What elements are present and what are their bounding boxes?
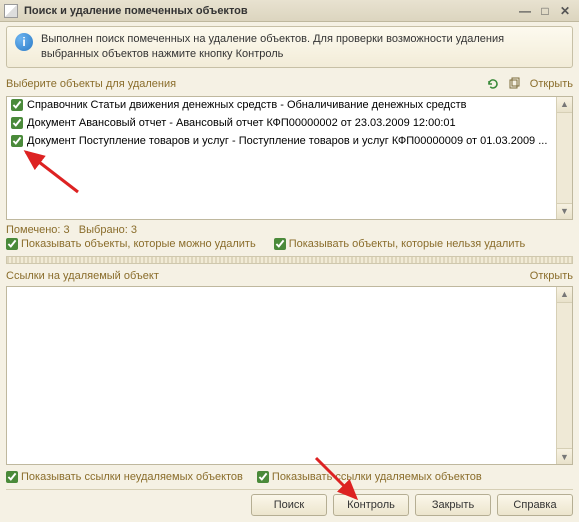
item-label: Документ Поступление товаров и услуг - П…: [27, 135, 547, 147]
filter-checks: Показывать объекты, которые можно удалит…: [6, 238, 573, 250]
bottom-checks: Показывать ссылки неудаляемых объектов П…: [6, 471, 573, 483]
ref-section-label: Ссылки на удаляемый объект: [6, 270, 530, 282]
info-text: Выполнен поиск помеченных на удаление об…: [41, 32, 564, 62]
show-refs-undeletable-check[interactable]: Показывать ссылки неудаляемых объектов: [6, 471, 243, 483]
marked-value: 3: [64, 224, 70, 236]
show-refs-deletable-label: Показывать ссылки удаляемых объектов: [272, 471, 482, 483]
list-item[interactable]: Справочник Статьи движения денежных сред…: [7, 97, 556, 115]
show-deletable-label: Показывать объекты, которые можно удалит…: [21, 238, 256, 250]
titlebar: Поиск и удаление помеченных объектов — □…: [0, 0, 579, 22]
bottom-area: Показывать ссылки неудаляемых объектов П…: [6, 471, 573, 516]
show-deletable-check[interactable]: Показывать объекты, которые можно удалит…: [6, 238, 256, 250]
content-area: i Выполнен поиск помеченных на удаление …: [0, 22, 579, 522]
references-list: ▲ ▼: [6, 286, 573, 465]
ref-scrollbar[interactable]: ▲ ▼: [556, 287, 572, 464]
copy-icon[interactable]: [506, 76, 524, 92]
item-checkbox[interactable]: [11, 117, 23, 129]
objects-list: Справочник Статьи движения денежных сред…: [6, 96, 573, 220]
selected-label: Выбрано:: [79, 224, 128, 236]
references-body: [7, 287, 556, 464]
close-window-button[interactable]: ✕: [555, 3, 575, 19]
document-icon: [4, 4, 18, 18]
list-item[interactable]: Документ Поступление товаров и услуг - П…: [7, 133, 556, 151]
item-checkbox[interactable]: [11, 99, 23, 111]
open-link-ref[interactable]: Открыть: [530, 270, 573, 282]
scroll-up-icon[interactable]: ▲: [557, 287, 572, 303]
item-label: Справочник Статьи движения денежных сред…: [27, 99, 466, 111]
splitter[interactable]: [6, 256, 573, 264]
show-undeletable-check[interactable]: Показывать объекты, которые нельзя удали…: [274, 238, 526, 250]
item-label: Документ Авансовый отчет - Авансовый отч…: [27, 117, 456, 129]
show-deletable-checkbox[interactable]: [6, 238, 18, 250]
selected-value: 3: [131, 224, 137, 236]
help-button[interactable]: Справка: [497, 494, 573, 516]
scroll-up-icon[interactable]: ▲: [557, 97, 572, 113]
show-refs-undeletable-label: Показывать ссылки неудаляемых объектов: [21, 471, 243, 483]
list-scrollbar[interactable]: ▲ ▼: [556, 97, 572, 219]
main-window: Поиск и удаление помеченных объектов — □…: [0, 0, 579, 522]
objects-rows: Справочник Статьи движения денежных сред…: [7, 97, 556, 219]
info-bar: i Выполнен поиск помеченных на удаление …: [6, 26, 573, 68]
count-line: Помечено: 3 Выбрано: 3: [6, 224, 573, 236]
show-refs-deletable-check[interactable]: Показывать ссылки удаляемых объектов: [257, 471, 482, 483]
marked-label: Помечено:: [6, 224, 60, 236]
maximize-button[interactable]: □: [535, 3, 555, 19]
refresh-icon[interactable]: [484, 76, 502, 92]
control-button[interactable]: Контроль: [333, 494, 409, 516]
list-item[interactable]: Документ Авансовый отчет - Авансовый отч…: [7, 115, 556, 133]
scroll-down-icon[interactable]: ▼: [557, 203, 572, 219]
item-checkbox[interactable]: [11, 135, 23, 147]
close-button[interactable]: Закрыть: [415, 494, 491, 516]
show-undeletable-label: Показывать объекты, которые нельзя удали…: [289, 238, 526, 250]
scroll-down-icon[interactable]: ▼: [557, 448, 572, 464]
info-icon: i: [15, 33, 33, 51]
select-section-header: Выберите объекты для удаления Открыть: [6, 76, 573, 92]
minimize-button[interactable]: —: [515, 3, 535, 19]
buttons-row: Поиск Контроль Закрыть Справка: [6, 489, 573, 516]
ref-section-header: Ссылки на удаляемый объект Открыть: [6, 270, 573, 282]
show-refs-deletable-checkbox[interactable]: [257, 471, 269, 483]
open-link-top[interactable]: Открыть: [530, 78, 573, 90]
show-undeletable-checkbox[interactable]: [274, 238, 286, 250]
search-button[interactable]: Поиск: [251, 494, 327, 516]
select-section-label: Выберите объекты для удаления: [6, 78, 480, 90]
window-title: Поиск и удаление помеченных объектов: [24, 5, 515, 17]
show-refs-undeletable-checkbox[interactable]: [6, 471, 18, 483]
